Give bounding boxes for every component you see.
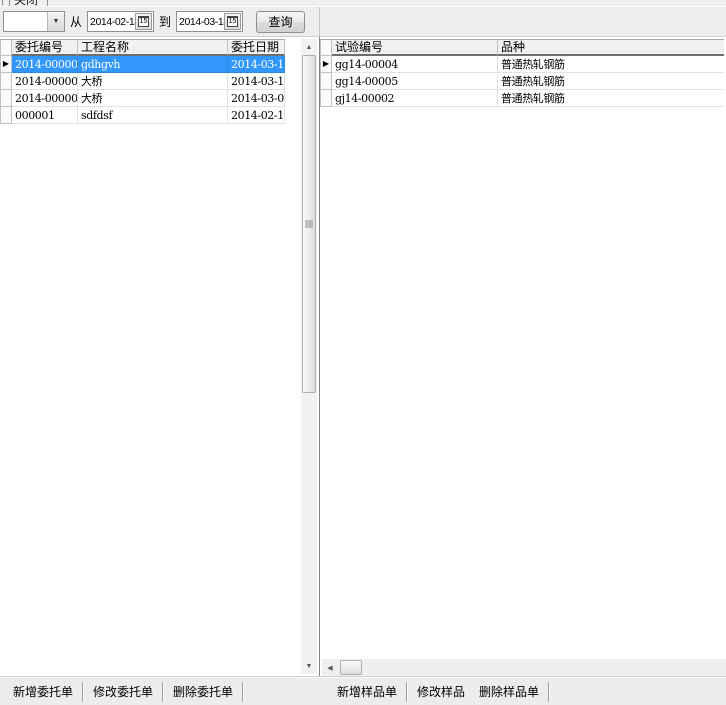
calendar-day-number: 15 xyxy=(138,16,150,27)
table-cell[interactable]: 2014-03-05 xyxy=(228,90,285,107)
table-cell[interactable]: gdhgvh xyxy=(78,56,228,73)
row-selector[interactable] xyxy=(320,90,332,107)
sample-list-panel: 试验编号品种▶gg14-00004普通热轧钢筋gg14-00005普通热轧钢筋g… xyxy=(320,37,726,676)
to-label: 到 xyxy=(159,13,171,30)
commission-list-panel: 委托编号工程名称委托日期▶2014-000004gdhgvh2014-03-13… xyxy=(0,37,320,676)
from-label: 从 xyxy=(70,13,82,30)
query-toolbar: ▼ 从 2014-02-18 15 到 2014-03-18 15 查询 xyxy=(0,6,726,37)
table-row[interactable]: gg14-00005普通热轧钢筋 xyxy=(320,73,724,90)
current-row-marker-icon: ▶ xyxy=(3,60,9,68)
to-date-picker[interactable]: 2014-03-18 15 xyxy=(176,11,243,32)
commission-buttons: 新增委托单修改委托单删除委托单 xyxy=(6,680,246,703)
scrollbar-thumb[interactable] xyxy=(340,660,362,675)
horizontal-scrollbar[interactable]: ◀ xyxy=(322,659,726,676)
current-row-marker-icon: ▶ xyxy=(323,60,329,68)
scroll-down-icon[interactable]: ▼ xyxy=(301,658,317,674)
row-selector[interactable]: ▶ xyxy=(320,56,332,73)
toolbar-button[interactable]: 修改样品 xyxy=(410,680,472,703)
scrollbar-thumb[interactable] xyxy=(302,55,316,393)
column-header: 委托编号 xyxy=(12,40,78,56)
bottom-button-bar: 新增委托单修改委托单删除委托单 新增样品单修改样品删除样品单 xyxy=(0,676,726,705)
toolbar-button[interactable]: 修改委托单 xyxy=(86,680,160,703)
toolbar-button[interactable]: 新增委托单 xyxy=(6,680,80,703)
toolbar-button[interactable]: 新增样品单 xyxy=(330,680,404,703)
column-header: 试验编号 xyxy=(332,40,498,56)
column-header: 工程名称 xyxy=(78,40,228,56)
filter-combobox-value xyxy=(4,12,47,31)
chevron-down-icon[interactable]: ▼ xyxy=(47,12,64,31)
table-row[interactable]: 2014-000002大桥2014-03-05 xyxy=(0,90,285,107)
panel-divider xyxy=(319,7,320,38)
table-header: 委托编号工程名称委托日期 xyxy=(0,39,285,56)
button-separator xyxy=(162,682,164,702)
table-cell[interactable]: 000001 xyxy=(12,107,78,124)
row-selector[interactable] xyxy=(320,73,332,90)
sample-buttons: 新增样品单修改样品删除样品单 xyxy=(330,680,552,703)
table-cell[interactable]: gg14-00005 xyxy=(332,73,498,90)
table-cell[interactable]: 普通热轧钢筋 xyxy=(498,56,724,73)
button-separator xyxy=(82,682,84,702)
table-cell[interactable]: 大桥 xyxy=(78,73,228,90)
table-row[interactable]: 2014-000003大桥2014-03-12 xyxy=(0,73,285,90)
button-separator xyxy=(242,682,244,702)
from-date-picker[interactable]: 2014-02-18 15 xyxy=(87,11,154,32)
toolbar-button[interactable]: 删除样品单 xyxy=(472,680,546,703)
table-cell[interactable]: 2014-000004 xyxy=(12,56,78,73)
table-cell[interactable]: 2014-03-13 xyxy=(228,56,285,73)
button-separator xyxy=(548,682,550,702)
vertical-scrollbar[interactable]: ▲ ▼ xyxy=(301,39,317,674)
table-row[interactable]: 000001sdfdsf2014-02-18 xyxy=(0,107,285,124)
row-selector[interactable] xyxy=(0,107,12,124)
commission-table: 委托编号工程名称委托日期▶2014-000004gdhgvh2014-03-13… xyxy=(0,39,285,124)
table-header: 试验编号品种 xyxy=(320,39,724,56)
row-selector[interactable] xyxy=(0,90,12,107)
calendar-day-number: 15 xyxy=(227,16,239,27)
sample-table: 试验编号品种▶gg14-00004普通热轧钢筋gg14-00005普通热轧钢筋g… xyxy=(320,39,724,107)
table-cell[interactable]: 2014-02-18 xyxy=(228,107,285,124)
filter-combobox[interactable]: ▼ xyxy=(3,11,65,32)
table-cell[interactable]: gj14-00002 xyxy=(332,90,498,107)
table-cell[interactable]: 大桥 xyxy=(78,90,228,107)
scroll-left-icon[interactable]: ◀ xyxy=(322,659,338,676)
table-cell[interactable]: 普通热轧钢筋 xyxy=(498,90,724,107)
table-cell[interactable]: gg14-00004 xyxy=(332,56,498,73)
toolbar-button[interactable]: 删除委托单 xyxy=(166,680,240,703)
table-cell[interactable]: 普通热轧钢筋 xyxy=(498,73,724,90)
to-date-value: 2014-03-18 xyxy=(177,16,224,28)
row-selector[interactable] xyxy=(0,73,12,90)
column-header: 委托日期 xyxy=(228,40,285,56)
table-cell[interactable]: 2014-03-12 xyxy=(228,73,285,90)
column-header: 品种 xyxy=(498,40,724,56)
header-corner xyxy=(0,40,12,56)
table-cell[interactable]: 2014-000003 xyxy=(12,73,78,90)
scroll-up-icon[interactable]: ▲ xyxy=(301,39,317,55)
table-row[interactable]: gj14-00002普通热轧钢筋 xyxy=(320,90,724,107)
calendar-icon[interactable]: 15 xyxy=(224,13,241,30)
main-area: 委托编号工程名称委托日期▶2014-000004gdhgvh2014-03-13… xyxy=(0,37,726,676)
table-cell[interactable]: 2014-000002 xyxy=(12,90,78,107)
table-cell[interactable]: sdfdsf xyxy=(78,107,228,124)
calendar-icon[interactable]: 15 xyxy=(135,13,152,30)
application-window: 关闭 ▼ 从 2014-02-18 15 到 2014-03-18 15 查询 … xyxy=(0,0,726,705)
from-date-value: 2014-02-18 xyxy=(88,16,135,28)
scrollbar-grip-icon xyxy=(305,221,313,228)
header-corner xyxy=(320,40,332,56)
button-separator xyxy=(406,682,408,702)
table-row[interactable]: ▶gg14-00004普通热轧钢筋 xyxy=(320,56,724,73)
row-selector[interactable]: ▶ xyxy=(0,56,12,73)
query-button[interactable]: 查询 xyxy=(256,11,305,33)
table-row[interactable]: ▶2014-000004gdhgvh2014-03-13 xyxy=(0,56,285,73)
